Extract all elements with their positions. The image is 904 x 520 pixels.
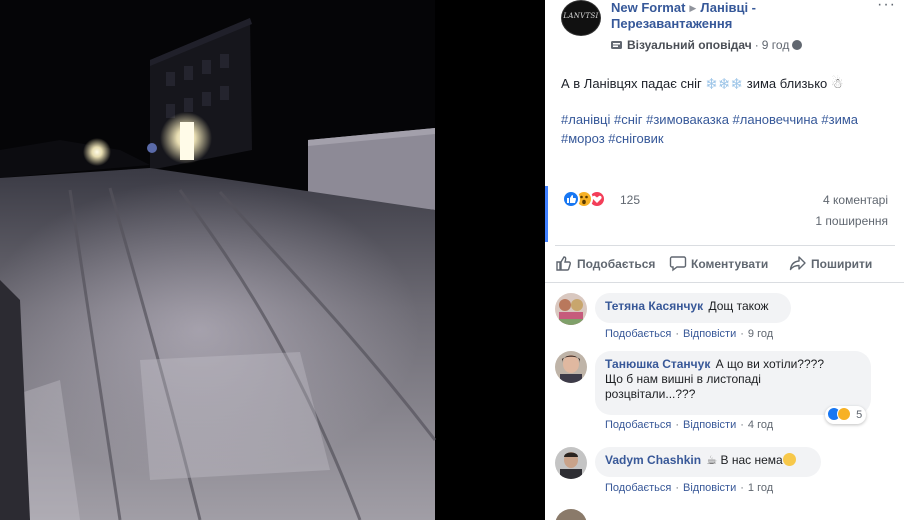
post-actions: Подобається Коментувати Поширити: [555, 245, 895, 281]
comment-author[interactable]: Vadym Chashkin: [605, 453, 701, 467]
post-title: New Format ▶ Ланівці - Перезавантаження: [611, 0, 861, 32]
comment-author[interactable]: Танюшка Станчук: [605, 357, 710, 371]
commenter-avatar[interactable]: [555, 509, 587, 520]
page-avatar[interactable]: LANVTSI: [561, 0, 601, 36]
comment-reply-link[interactable]: Відповісти: [683, 328, 736, 340]
share-button[interactable]: Поширити: [789, 254, 872, 272]
comment-reply-link[interactable]: Відповісти: [683, 419, 736, 431]
share-count[interactable]: 1 поширення: [815, 214, 888, 228]
comment-meta: Подобається · Відповісти · 4 год: [605, 419, 774, 431]
snowflake-icons: ❄❄❄: [705, 76, 744, 93]
comment-time[interactable]: 4 год: [748, 419, 773, 431]
caret-right-icon: ▶: [689, 3, 697, 13]
comment-count[interactable]: 4 коментарі: [823, 193, 888, 207]
comment-reactions[interactable]: 5: [825, 406, 867, 424]
comment-bubble: Тетяна Касянчук Дощ також: [595, 293, 791, 323]
like-button-label: Подобається: [577, 257, 656, 271]
comment-meta: Подобається · Відповісти · 1 год: [605, 482, 774, 494]
more-options-button[interactable]: ···: [877, 0, 896, 14]
like-icon: [556, 256, 571, 271]
laughing-face-icon: [837, 407, 851, 421]
reaction-icons[interactable]: [562, 190, 622, 210]
night-street-photo: [0, 0, 545, 520]
comment-text-line-3: розцвітали...???: [605, 387, 696, 401]
post-photo[interactable]: [0, 0, 545, 520]
comment-reaction-count: 5: [856, 409, 863, 421]
reactions-summary: 125 4 коментарі 1 поширення: [545, 186, 904, 242]
snowman-icon: ☃: [830, 75, 844, 91]
comment-icon: [669, 256, 687, 272]
commenter-avatar[interactable]: [555, 293, 587, 325]
comment-meta: Подобається · Відповісти · 9 год: [605, 328, 774, 340]
more-icon: ···: [877, 0, 896, 13]
post-hashtags[interactable]: #ланівці #сніг #зимоваказка #лановеччина…: [561, 110, 891, 148]
like-button[interactable]: Подобається: [555, 254, 655, 272]
comment-like-link[interactable]: Подобається: [605, 419, 671, 431]
comment-time[interactable]: 9 год: [748, 328, 773, 340]
post-meta: Візуальний оповідач · 9 год: [627, 38, 803, 52]
post-text-start: А в Ланівцях падає сніг: [561, 76, 702, 91]
page-name-link[interactable]: New Format: [611, 0, 685, 15]
comment-reply-link[interactable]: Відповісти: [683, 482, 736, 494]
comment-like-link[interactable]: Подобається: [605, 482, 671, 494]
like-reaction-icon: [562, 190, 580, 208]
commenter-avatar[interactable]: [555, 447, 587, 479]
comment-text-line-1: А що ви хотіли????: [715, 357, 825, 371]
post-details-panel: LANVTSI New Format ▶ Ланівці - Перезаванта…: [545, 0, 904, 520]
comment-text-line-2: Що б нам вишні в листопаді: [605, 372, 761, 386]
comment-author[interactable]: Тетяна Касянчук: [605, 299, 703, 313]
comment-bubble: Vadym Chashkin ☕ В нас нема: [595, 447, 821, 477]
commenter-avatar[interactable]: [555, 351, 587, 383]
comments-list: Тетяна Касянчук Дощ також Подобається · Ві…: [545, 282, 904, 520]
comment-button-label: Коментувати: [691, 257, 769, 271]
share-button-label: Поширити: [811, 257, 873, 271]
page-avatar-text: LANVTSI: [563, 12, 599, 20]
reaction-count[interactable]: 125: [620, 193, 640, 207]
post-text: А в Ланівцях падає сніг ❄❄❄ зима близько…: [561, 74, 891, 94]
visual-storyteller-icon: [611, 41, 622, 49]
post-text-end: зима близько: [746, 76, 828, 91]
relieved-face-icon: [782, 453, 796, 466]
comment-text: Дощ також: [708, 299, 769, 313]
meta-separator: ·: [754, 38, 759, 52]
post-time[interactable]: 9 год: [762, 38, 790, 52]
share-icon: [789, 256, 806, 271]
comment-like-link[interactable]: Подобається: [605, 328, 671, 340]
comment-button[interactable]: Коментувати: [669, 254, 768, 272]
badge-label[interactable]: Візуальний оповідач: [627, 38, 752, 52]
post-header: LANVTSI New Format ▶ Ланівці - Перезаванта…: [561, 0, 896, 60]
comment-bubble: Танюшка Станчук А що ви хотіли???? Що б …: [595, 351, 871, 415]
comment-time[interactable]: 1 год: [748, 482, 773, 494]
globe-icon: [792, 40, 803, 50]
coffee-icon: ☕: [706, 453, 718, 467]
comment-text: В нас нема: [720, 453, 783, 467]
